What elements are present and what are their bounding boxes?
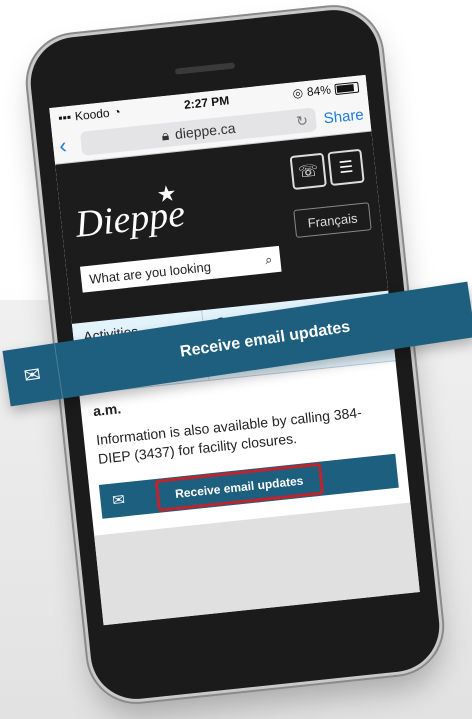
url-text: dieppe.ca: [174, 119, 237, 143]
phone-speaker: [174, 62, 236, 75]
carrier-name: Koodo: [74, 105, 111, 124]
alarm-icon: ◎: [291, 85, 304, 101]
reload-icon[interactable]: ↻: [295, 112, 308, 130]
phone-icon[interactable]: ☏: [289, 152, 327, 191]
mail-icon: ✉: [111, 491, 126, 510]
share-button[interactable]: Share: [323, 106, 365, 127]
menu-icon[interactable]: ☰: [327, 148, 365, 187]
battery-icon: [334, 81, 360, 95]
site-header: Dieppe ★ ☏ ☰ Français What are you looki…: [55, 131, 389, 324]
search-input[interactable]: What are you looking ⌕: [79, 245, 282, 293]
signal-icon: ▪▪▪: [57, 109, 72, 126]
search-icon[interactable]: ⌕: [264, 252, 273, 269]
back-icon[interactable]: ‹: [58, 132, 75, 159]
status-time: 2:27 PM: [183, 93, 230, 112]
star-icon: ★: [155, 180, 178, 208]
mail-icon: ✉: [2, 343, 64, 407]
battery-percent: 84%: [306, 82, 332, 100]
lock-icon: 🔒︎: [160, 126, 170, 143]
language-button[interactable]: Français: [293, 202, 372, 238]
wifi-icon: ◔: [112, 104, 122, 120]
search-placeholder: What are you looking: [88, 258, 212, 287]
